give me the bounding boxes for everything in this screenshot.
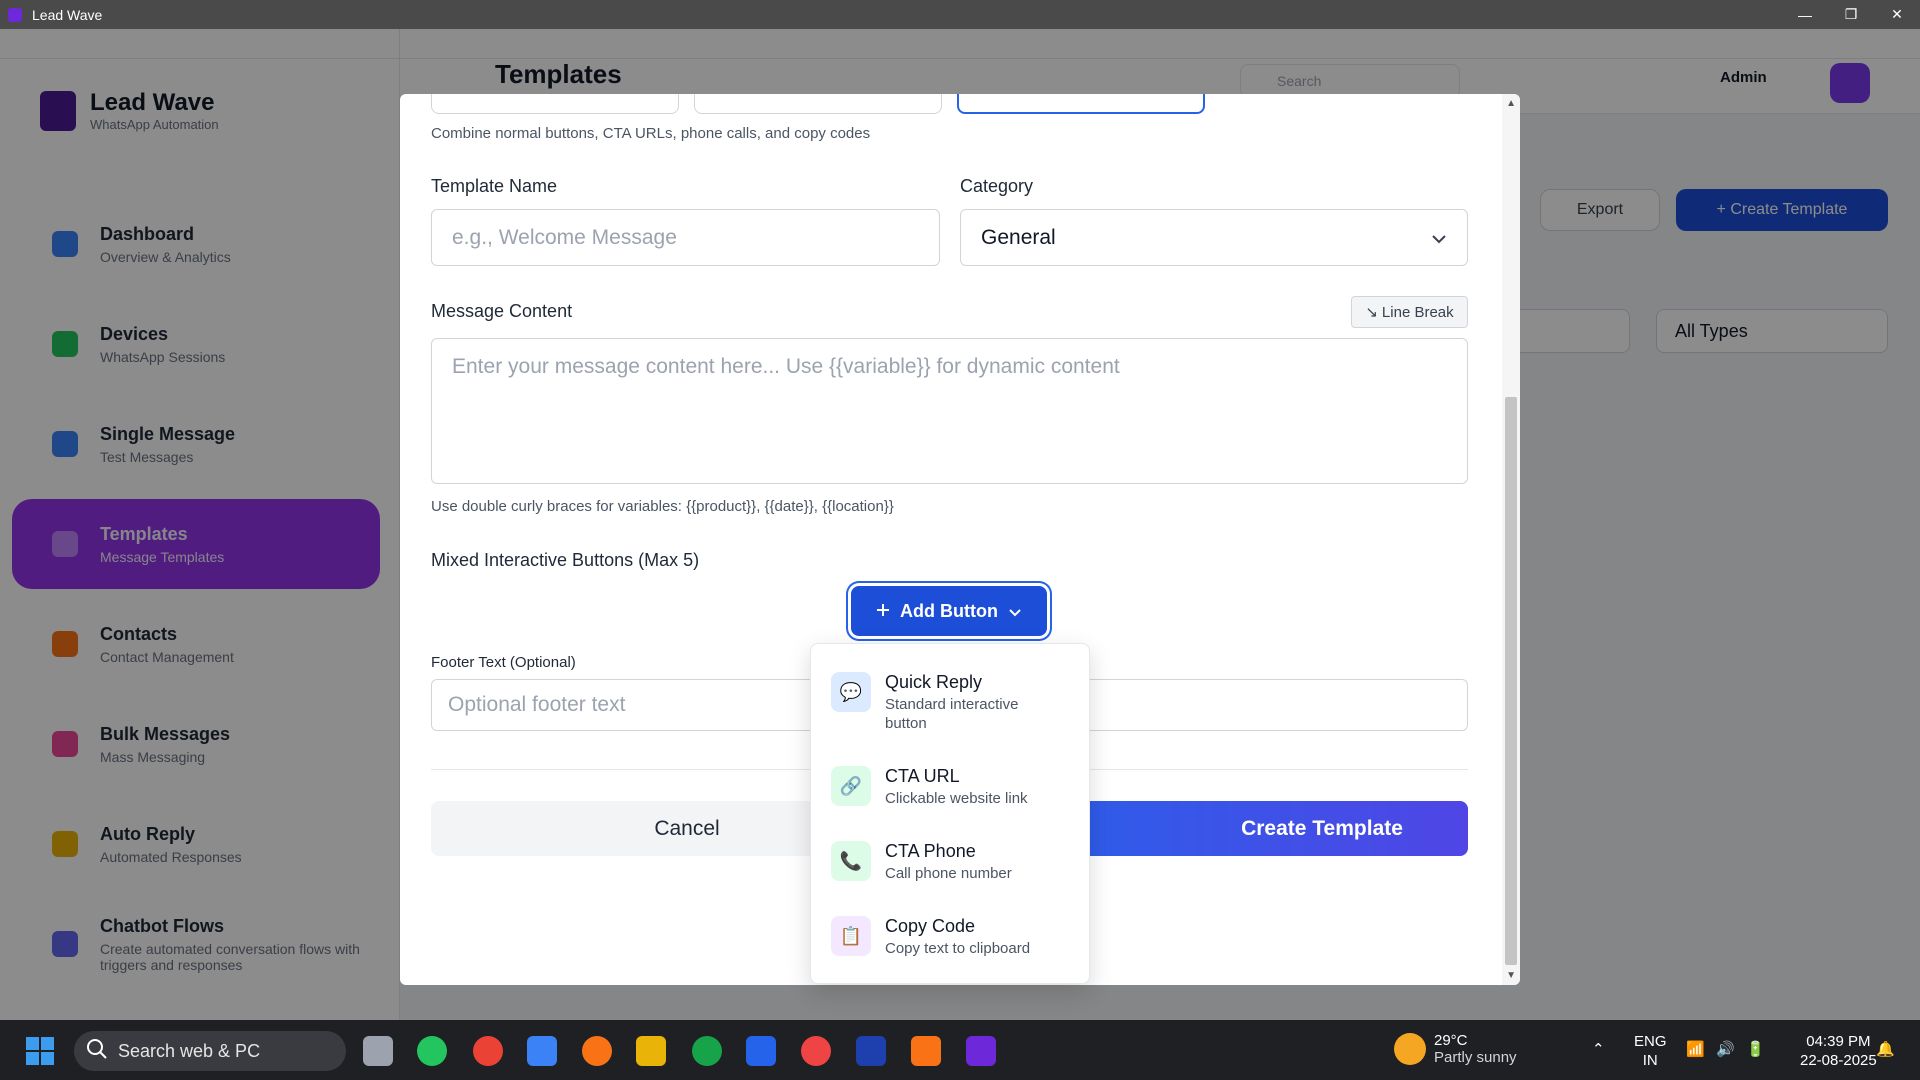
template-name-label: Template Name (431, 176, 558, 196)
button-type-card[interactable] (694, 94, 942, 114)
message-content-label: Message Content (431, 301, 573, 321)
word-icon[interactable] (856, 1036, 886, 1066)
magnifier-app-icon[interactable] (582, 1036, 612, 1066)
taskbar-search[interactable]: Search web & PC (74, 1031, 346, 1071)
windows-start-icon[interactable] (26, 1037, 54, 1065)
window-titlebar: Lead Wave — ❐ ✕ (0, 0, 1920, 29)
scroll-down-icon[interactable]: ▼ (1506, 970, 1516, 981)
restore-button[interactable]: ❐ (1828, 0, 1874, 29)
menu-item-cta-url[interactable]: 🔗 CTA URL Clickable website link (831, 766, 1028, 808)
clock[interactable]: 04:39 PM 22-08-2025 (1800, 1032, 1877, 1070)
footer-text-label: Footer Text (Optional) (431, 654, 576, 671)
file-explorer-icon[interactable] (636, 1036, 666, 1066)
category-label: Category (960, 176, 1034, 196)
link-icon: 🔗 (831, 766, 871, 806)
scroll-up-icon[interactable]: ▲ (1506, 98, 1516, 109)
search-icon (86, 1038, 108, 1065)
vscode-icon[interactable] (746, 1036, 776, 1066)
window-title: Lead Wave (32, 6, 103, 23)
volume-icon[interactable]: 🔊 (1716, 1040, 1735, 1059)
task-view-icon[interactable] (363, 1036, 393, 1066)
mixed-buttons-label: Mixed Interactive Buttons (Max 5) (431, 550, 700, 570)
modal-scrollbar[interactable]: ▲ ▼ (1502, 94, 1520, 985)
buttons-hint: Combine normal buttons, CTA URLs, phone … (431, 125, 871, 142)
vlc-icon[interactable] (911, 1036, 941, 1066)
chat-bubble-icon: 💬 (831, 672, 871, 712)
button-type-card-selected[interactable] (957, 94, 1205, 114)
chevron-down-icon (1008, 601, 1022, 622)
chevron-down-icon (1431, 226, 1447, 250)
chrome-icon[interactable] (473, 1036, 503, 1066)
notification-icon[interactable]: 🔔 (1876, 1040, 1895, 1059)
message-content-textarea[interactable]: Enter your message content here... Use {… (431, 338, 1468, 484)
weather-widget[interactable]: 29°C Partly sunny (1394, 1032, 1517, 1066)
button-type-card[interactable] (431, 94, 679, 114)
partly-sunny-icon (1394, 1033, 1426, 1065)
variables-hint: Use double curly braces for variables: {… (431, 498, 894, 515)
whatsapp-icon[interactable] (417, 1036, 447, 1066)
close-button[interactable]: ✕ (1874, 0, 1920, 29)
app-logo-icon (8, 7, 22, 22)
lead-wave-app-icon[interactable] (966, 1036, 996, 1066)
language-indicator[interactable]: ENG IN (1634, 1032, 1667, 1070)
chrome-profile-icon[interactable] (692, 1036, 722, 1066)
add-button-menu: 💬 Quick Reply Standard interactive button… (810, 643, 1090, 984)
scrollbar-thumb[interactable] (1505, 397, 1517, 965)
taskbar: Search web & PC 29°C Partly sunny ⌃ ENG … (0, 1020, 1920, 1080)
chevron-up-icon[interactable]: ⌃ (1592, 1040, 1605, 1059)
line-break-button[interactable]: ↘ Line Break (1351, 296, 1468, 328)
battery-icon[interactable]: 🔋 (1746, 1040, 1765, 1059)
menu-item-copy-code[interactable]: 📋 Copy Code Copy text to clipboard (831, 916, 1030, 958)
minimize-button[interactable]: — (1782, 0, 1828, 29)
menu-item-cta-phone[interactable]: 📞 CTA Phone Call phone number (831, 841, 1012, 883)
menu-item-quick-reply[interactable]: 💬 Quick Reply Standard interactive button (831, 672, 1055, 733)
category-value: General (981, 225, 1056, 249)
plus-icon (876, 601, 890, 622)
clipboard-icon: 📋 (831, 916, 871, 956)
category-select[interactable]: General (960, 209, 1468, 266)
remote-desktop-icon[interactable] (527, 1036, 557, 1066)
wifi-icon[interactable]: 📶 (1686, 1040, 1705, 1059)
template-name-input[interactable]: e.g., Welcome Message (431, 209, 940, 266)
add-button-dropdown-toggle[interactable]: Add Button (851, 586, 1047, 636)
line-break-icon: ↘ (1365, 304, 1378, 321)
chrome-profile-icon[interactable] (801, 1036, 831, 1066)
phone-icon: 📞 (831, 841, 871, 881)
